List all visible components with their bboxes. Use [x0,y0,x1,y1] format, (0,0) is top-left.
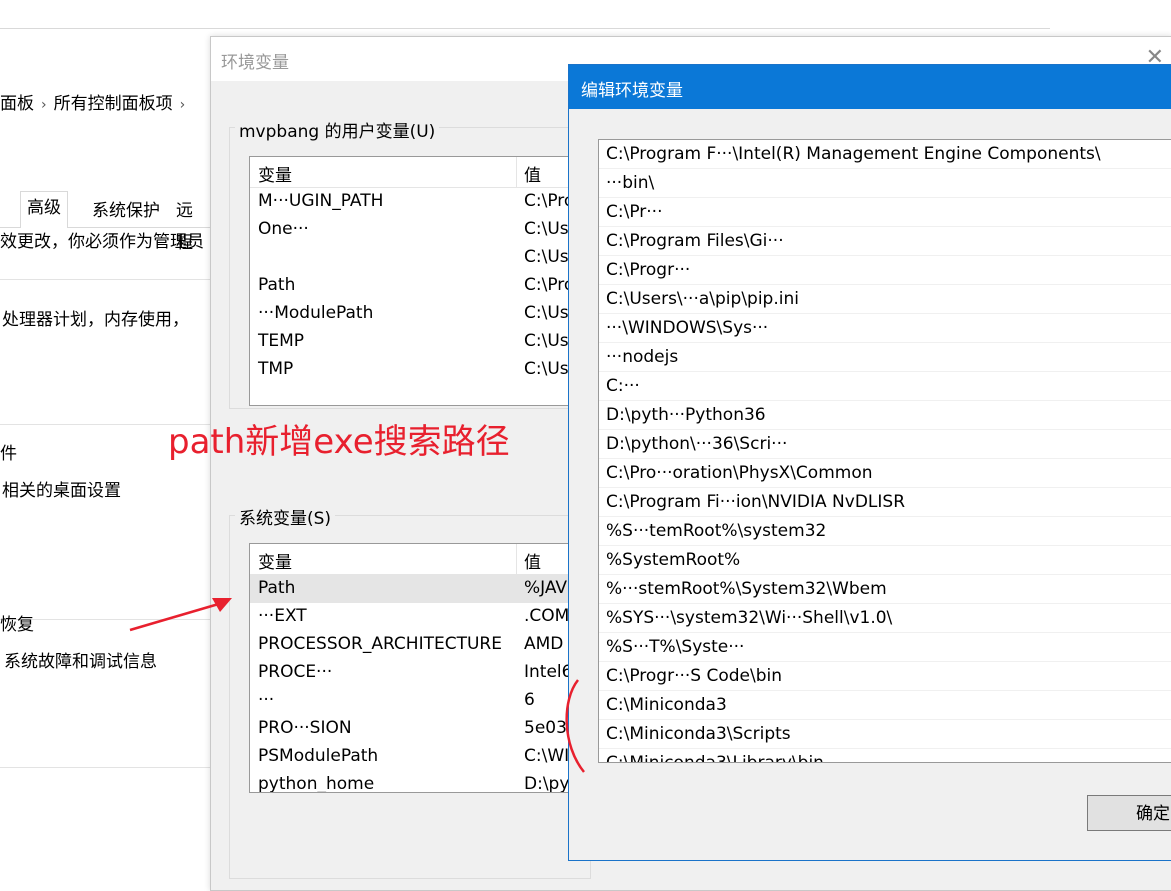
list-item[interactable]: %···stemRoot%\System32\Wbem [599,575,1171,604]
list-item[interactable]: %S···temRoot%\system32 [599,517,1171,546]
list-item[interactable]: D:\python\···36\Scri··· [599,430,1171,459]
variable-value: C:\WI [524,746,570,766]
list-item[interactable]: ···nodejs [599,343,1171,372]
title-bar[interactable]: 编辑环境变量 [569,65,1171,109]
list-item[interactable]: D:\pyth···Python36 [599,401,1171,430]
performance-description: 处理器计划，内存使用， [2,310,189,330]
list-item[interactable]: C:\Progr··· [599,256,1171,285]
table-row[interactable]: PROCESSOR_ARCHITECTURE AMD [250,631,590,659]
table-row[interactable]: M···UGIN_PATH C:\Pro [250,188,590,216]
tab-remote[interactable]: 远程 [170,195,215,253]
variable-name: Path [258,275,296,295]
column-header-variable[interactable]: 变量 [258,548,292,573]
column-header-value[interactable]: 值 [524,161,541,186]
variable-value: .COM [524,606,570,626]
variable-name: PSModulePath [258,746,379,766]
divider [0,279,215,280]
table-row[interactable]: TMP C:\Use [250,356,590,384]
list-item[interactable]: %SystemRoot% [599,546,1171,575]
table-row[interactable]: TEMP C:\Use [250,328,590,356]
table-header: 变量 值 [250,544,590,575]
table-row[interactable]: PSModulePath C:\WI [250,743,590,771]
table-row-selected[interactable]: Path %JAV [250,575,590,603]
list-item[interactable]: C:··· [599,372,1171,401]
table-row[interactable]: C:\Use [250,244,590,272]
variable-name: TMP [258,359,294,379]
breadcrumb-item-all-control-panel[interactable]: 所有控制面板项 [54,94,173,114]
list-item[interactable]: C:\Miniconda3 [599,691,1171,720]
table-row[interactable]: ···EXT .COM [250,603,590,631]
column-divider[interactable] [516,544,517,574]
edit-environment-variable-dialog: 编辑环境变量 C:\Program F···\Intel(R) Manageme… [568,64,1171,861]
list-item[interactable]: ···bin\ [599,169,1171,198]
list-item[interactable]: C:\Pro···oration\PhysX\Common [599,459,1171,488]
tab-strip: 高级 系统保护 远程 [0,185,215,253]
variable-value: C:\Pro [524,191,575,211]
variable-value: AMD [524,634,564,654]
window-title: 环境变量 [221,53,289,73]
annotation-text: path新增exe搜索路径 [168,422,510,462]
variable-value: D:\py [524,774,570,793]
variable-name: ···ModulePath [258,303,374,323]
divider [0,767,215,768]
list-item[interactable]: C:\Pr··· [599,198,1171,227]
list-item[interactable]: C:\Program Fi···ion\NVIDIA NvDLISR [599,488,1171,517]
variable-name: Path [258,578,296,598]
variable-name: PRO···SION [258,718,352,738]
variable-value: 6 [524,690,535,710]
chevron-right-icon: › [179,97,186,113]
breadcrumb: 面板 › 所有控制面板项 › [0,89,192,114]
table-row[interactable]: Path C:\Pro [250,272,590,300]
path-entries-list[interactable]: C:\Program F···\Intel(R) Management Engi… [598,139,1171,763]
tab-system-protection[interactable]: 系统保护 [86,195,166,227]
list-item[interactable]: C:\Program Files\Gi··· [599,227,1171,256]
variable-name: ··· [258,690,275,710]
column-divider[interactable] [516,157,517,187]
chevron-right-icon: › [41,97,47,113]
startup-recovery-description: 系统故障和调试信息 [4,652,157,672]
list-item[interactable]: C:\Miniconda3\Scripts [599,720,1171,749]
breadcrumb-item-panel[interactable]: 面板 [0,94,34,114]
user-variables-label: mvpbang 的用户变量(U) [235,117,440,142]
column-header-variable[interactable]: 变量 [258,161,292,186]
variable-name: PROCE··· [258,662,333,682]
system-variables-label: 系统变量(S) [235,504,336,529]
table-header: 变量 值 [250,157,590,188]
list-item[interactable]: C:\Program F···\Intel(R) Management Engi… [599,140,1171,169]
list-item[interactable]: %SYS···\system32\Wi···Shell\v1.0\ [599,604,1171,633]
table-row[interactable]: python_home D:\py [250,771,590,793]
variable-value: Intel6 [524,662,573,682]
admin-note: 效更改，你必须作为管理员 [0,232,204,252]
user-variables-table[interactable]: 变量 值 M···UGIN_PATH C:\Pro One··· C:\Use C:… [249,156,591,406]
variable-name: python_home [258,774,375,793]
variable-name: ···EXT [258,606,307,626]
list-item[interactable]: ···\WINDOWS\Sys··· [599,314,1171,343]
user-profile-description: 相关的桌面设置 [2,481,121,501]
ok-button[interactable]: 确定 [1087,795,1171,831]
list-item[interactable]: %S···T%\Syste··· [599,633,1171,662]
variable-value: 5e03 [524,718,567,738]
table-row[interactable]: PROCE··· Intel6 [250,659,590,687]
table-row[interactable]: PRO···SION 5e03 [250,715,590,743]
system-variables-table[interactable]: 变量 值 Path %JAV ···EXT .COM PROCESSOR_ARCHI… [249,543,591,793]
variable-value: C:\Pro [524,275,575,295]
table-row[interactable]: ··· 6 [250,687,590,715]
table-row[interactable]: ···ModulePath C:\Use [250,300,590,328]
user-profile-heading: 件 [0,444,17,464]
list-item[interactable]: C:\Users\···a\pip\pip.ini [599,285,1171,314]
dialog-title: 编辑环境变量 [581,81,683,101]
table-row[interactable]: One··· C:\Use [250,216,590,244]
variable-value: %JAV [524,578,568,598]
variable-name: M···UGIN_PATH [258,191,384,211]
variable-name: One··· [258,219,309,239]
startup-recovery-heading: 恢复 [0,615,34,635]
list-item[interactable]: C:\Miniconda3\Library\bin [599,749,1171,762]
tab-advanced[interactable]: 高级 [20,191,68,228]
variable-name: TEMP [258,331,305,351]
list-item[interactable]: C:\Progr···S Code\bin [599,662,1171,691]
variable-name: PROCESSOR_ARCHITECTURE [258,634,502,654]
column-header-value[interactable]: 值 [524,548,541,573]
